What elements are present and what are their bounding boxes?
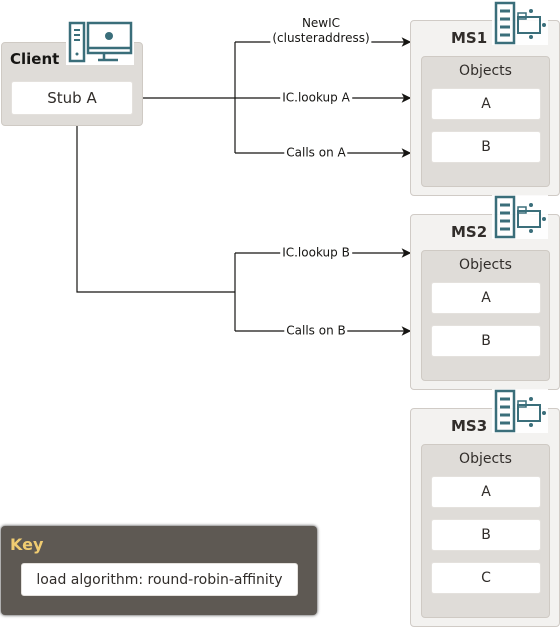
object-b: B (431, 519, 541, 551)
label-lookup-b: IC.lookup B (280, 245, 352, 261)
objects-box: Objects A B (421, 56, 550, 187)
objects-title: Objects (459, 451, 512, 467)
key-text: load algorithm: round-robin-affinity (21, 563, 298, 596)
object-b: B (431, 131, 541, 163)
object-a: A (431, 88, 541, 120)
object-b: B (431, 325, 541, 357)
label-newic: NewIC (clusteraddress) (270, 16, 372, 46)
object-a: A (431, 282, 541, 314)
branch-b-trunk (76, 126, 235, 293)
server-icon (492, 389, 548, 433)
server-title: MS2 (451, 223, 488, 241)
server-title: MS3 (451, 417, 488, 435)
key-title: Key (10, 535, 44, 554)
server-ms3: MS3 Objects A B C (410, 408, 560, 627)
label-lookup-a: IC.lookup A (280, 90, 352, 106)
server-ms1: MS1 Objects A B (410, 20, 560, 196)
label-calls-b: Calls on B (284, 323, 348, 339)
object-a: A (431, 476, 541, 508)
label-calls-a: Calls on A (284, 145, 348, 161)
object-c: C (431, 562, 541, 594)
server-icon (492, 1, 548, 45)
objects-title: Objects (459, 257, 512, 273)
desktop-computer-icon (66, 21, 134, 65)
client-title: Client (10, 50, 60, 68)
server-ms2: MS2 Objects A B (410, 214, 560, 390)
server-icon (492, 195, 548, 239)
objects-box: Objects A B (421, 250, 550, 381)
objects-box: Objects A B C (421, 444, 550, 618)
objects-title: Objects (459, 63, 512, 79)
key-box: Key load algorithm: round-robin-affinity (1, 526, 317, 615)
server-title: MS1 (451, 29, 488, 47)
stub-a: Stub A (11, 81, 133, 115)
